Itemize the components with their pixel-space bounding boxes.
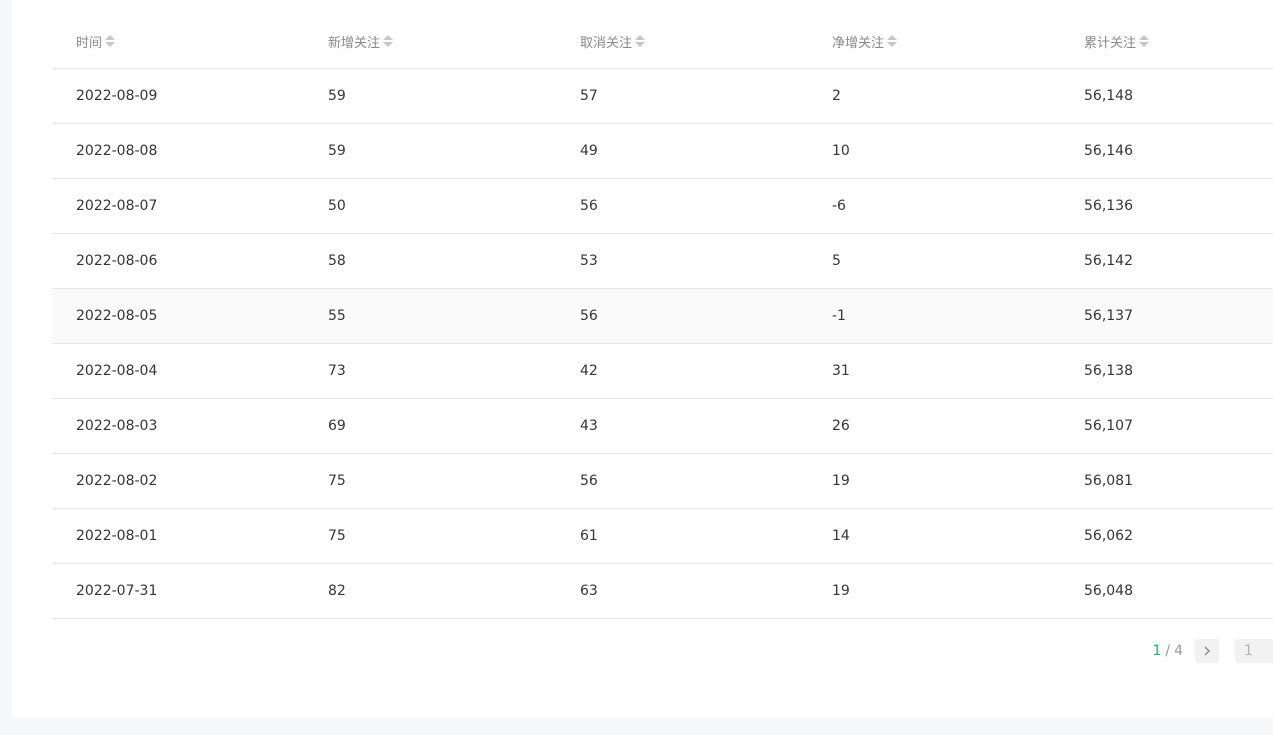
cell-date: 2022-08-08 <box>76 143 158 159</box>
cell-date: 2022-08-03 <box>76 418 158 434</box>
page-separator: / <box>1165 643 1171 659</box>
cell-total-follows: 56,081 <box>1084 473 1133 489</box>
table-row[interactable]: 2022-08-08 59 49 10 56,146 <box>52 124 1273 179</box>
cell-total-follows: 56,148 <box>1084 88 1133 104</box>
cell-net-follows: -6 <box>832 198 846 214</box>
header-time[interactable]: 时间 <box>52 32 304 51</box>
sort-icon[interactable] <box>105 33 116 49</box>
header-label: 净增关注 <box>832 35 885 51</box>
cell-total-follows: 56,142 <box>1084 253 1133 269</box>
cell-unfollows: 57 <box>580 88 598 104</box>
table-row[interactable]: 2022-08-06 58 53 5 56,142 <box>52 234 1273 289</box>
header-unfollows[interactable]: 取消关注 <box>556 32 808 51</box>
cell-unfollows: 49 <box>580 143 598 159</box>
table-row[interactable]: 2022-08-07 50 56 -6 56,136 <box>52 179 1273 234</box>
cell-unfollows: 56 <box>580 198 598 214</box>
cell-new-follows: 75 <box>328 473 346 489</box>
next-page-button[interactable] <box>1195 639 1219 663</box>
cell-new-follows: 58 <box>328 253 346 269</box>
table-row[interactable]: 2022-07-31 82 63 19 56,048 <box>52 564 1273 619</box>
cell-net-follows: -1 <box>832 308 846 324</box>
cell-total-follows: 56,062 <box>1084 528 1133 544</box>
cell-net-follows: 14 <box>832 528 850 544</box>
cell-unfollows: 56 <box>580 473 598 489</box>
table-header: 时间 新增关注 取消关注 净增关注 累计关注 <box>52 14 1273 69</box>
cell-net-follows: 26 <box>832 418 850 434</box>
table-body: 2022-08-09 59 57 2 56,148 2022-08-08 59 49 10 56,… <box>52 69 1273 619</box>
cell-net-follows: 19 <box>832 583 850 599</box>
cell-net-follows: 19 <box>832 473 850 489</box>
cell-new-follows: 82 <box>328 583 346 599</box>
cell-unfollows: 43 <box>580 418 598 434</box>
content-card: 时间 新增关注 取消关注 净增关注 累计关注 2022-08-09 59 57 2 56… <box>12 0 1273 718</box>
cell-net-follows: 5 <box>832 253 841 269</box>
cell-new-follows: 55 <box>328 308 346 324</box>
header-label: 取消关注 <box>580 35 633 51</box>
table-row[interactable]: 2022-08-03 69 43 26 56,107 <box>52 399 1273 454</box>
table-row[interactable]: 2022-08-09 59 57 2 56,148 <box>52 69 1273 124</box>
pagination: 1 / 4 1 <box>1152 639 1273 663</box>
sort-icon[interactable] <box>635 33 646 49</box>
cell-unfollows: 42 <box>580 363 598 379</box>
table-row[interactable]: 2022-08-01 75 61 14 56,062 <box>52 509 1273 564</box>
cell-date: 2022-07-31 <box>76 583 158 599</box>
header-label: 累计关注 <box>1084 35 1137 51</box>
header-net-follows[interactable]: 净增关注 <box>808 32 1060 51</box>
cell-total-follows: 56,136 <box>1084 198 1133 214</box>
cell-new-follows: 73 <box>328 363 346 379</box>
sort-icon[interactable] <box>383 33 394 49</box>
cell-new-follows: 50 <box>328 198 346 214</box>
cell-date: 2022-08-07 <box>76 198 158 214</box>
cell-unfollows: 56 <box>580 308 598 324</box>
cell-net-follows: 2 <box>832 88 841 104</box>
header-total-follows[interactable]: 累计关注 <box>1060 32 1273 51</box>
cell-unfollows: 61 <box>580 528 598 544</box>
cell-new-follows: 59 <box>328 88 346 104</box>
cell-new-follows: 59 <box>328 143 346 159</box>
cell-date: 2022-08-09 <box>76 88 158 104</box>
cell-total-follows: 56,138 <box>1084 363 1133 379</box>
cell-date: 2022-08-05 <box>76 308 158 324</box>
cell-unfollows: 53 <box>580 253 598 269</box>
header-label: 新增关注 <box>328 35 381 51</box>
cell-new-follows: 75 <box>328 528 346 544</box>
cell-unfollows: 63 <box>580 583 598 599</box>
header-label: 时间 <box>76 35 103 51</box>
table-row[interactable]: 2022-08-02 75 56 19 56,081 <box>52 454 1273 509</box>
cell-net-follows: 10 <box>832 143 850 159</box>
cell-date: 2022-08-02 <box>76 473 158 489</box>
chevron-right-icon <box>1204 646 1210 656</box>
sort-icon[interactable] <box>887 33 898 49</box>
sort-icon[interactable] <box>1139 33 1150 49</box>
current-page: 1 <box>1152 643 1162 659</box>
cell-net-follows: 31 <box>832 363 850 379</box>
header-new-follows[interactable]: 新增关注 <box>304 32 556 51</box>
cell-date: 2022-08-01 <box>76 528 158 544</box>
cell-date: 2022-08-06 <box>76 253 158 269</box>
cell-total-follows: 56,146 <box>1084 143 1133 159</box>
table-row[interactable]: 2022-08-04 73 42 31 56,138 <box>52 344 1273 399</box>
cell-total-follows: 56,137 <box>1084 308 1133 324</box>
page-jump-input[interactable]: 1 <box>1235 639 1273 663</box>
followers-data-table: 时间 新增关注 取消关注 净增关注 累计关注 2022-08-09 59 57 2 56… <box>52 14 1273 619</box>
cell-new-follows: 69 <box>328 418 346 434</box>
table-row[interactable]: 2022-08-05 55 56 -1 56,137 <box>52 289 1273 344</box>
cell-date: 2022-08-04 <box>76 363 158 379</box>
cell-total-follows: 56,048 <box>1084 583 1133 599</box>
cell-total-follows: 56,107 <box>1084 418 1133 434</box>
total-pages: 4 <box>1174 643 1183 659</box>
